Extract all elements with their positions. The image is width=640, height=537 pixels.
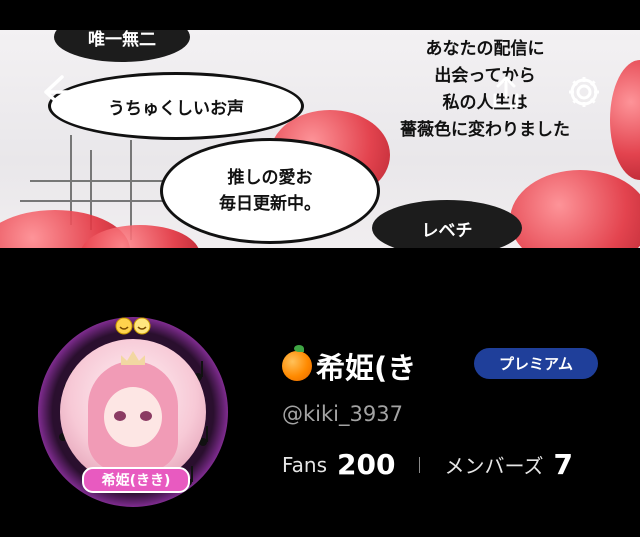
rose-petal	[610, 60, 640, 180]
avatar-eye	[114, 411, 126, 421]
share-button[interactable]	[488, 72, 524, 112]
update-text-line2: 毎日更新中。	[219, 194, 321, 214]
level-bubble: レベチ	[372, 200, 522, 248]
tag-bubble-top: 唯一無二	[54, 30, 190, 62]
avatar-eye	[140, 411, 152, 421]
display-name: 希姫(き	[282, 345, 416, 387]
status-bar	[0, 0, 640, 30]
avatar[interactable]: 希姫(きき)	[38, 317, 228, 507]
level-text: レベチ	[421, 220, 473, 241]
display-name-text: 希姫(き	[316, 351, 417, 385]
settings-button[interactable]	[564, 72, 604, 112]
shout-line: あなたの配信に	[425, 39, 545, 59]
orange-icon	[282, 345, 312, 381]
voice-text: うちゅくしいお声	[108, 98, 244, 119]
stats-row: Fans 200 メンバーズ 7	[282, 448, 573, 481]
share-upload-icon	[493, 76, 519, 108]
avatar-face	[104, 387, 162, 447]
members-label[interactable]: メンバーズ	[444, 450, 543, 479]
header-banner: 唯一無二 うちゅくしいお声 推しの愛お 毎日更新中。 レベチ あなたの配信に 出…	[0, 30, 640, 248]
members-count[interactable]: 7	[553, 448, 572, 481]
avatar-image	[60, 339, 206, 485]
gear-icon	[569, 77, 599, 107]
user-handle: @kiki_3937	[282, 402, 403, 426]
premium-badge[interactable]: プレミアム	[474, 348, 598, 379]
fans-label[interactable]: Fans	[282, 453, 327, 477]
tag-text: 唯一無二	[88, 30, 156, 50]
rose-petal	[510, 170, 640, 248]
shout-line: 薔薇色に変わりました	[400, 120, 570, 140]
premium-badge-label: プレミアム	[499, 355, 573, 373]
avatar-name-label: 希姫(きき)	[82, 467, 190, 493]
fans-count[interactable]: 200	[337, 448, 395, 481]
back-button[interactable]	[40, 72, 88, 112]
arrow-left-icon	[44, 75, 86, 109]
stats-divider	[419, 456, 421, 473]
update-text-line1: 推しの愛お	[227, 168, 313, 188]
crown-icon	[121, 351, 145, 365]
update-bubble: 推しの愛お 毎日更新中。	[160, 138, 380, 244]
avatar-name-text: 希姫(きき)	[101, 473, 171, 489]
